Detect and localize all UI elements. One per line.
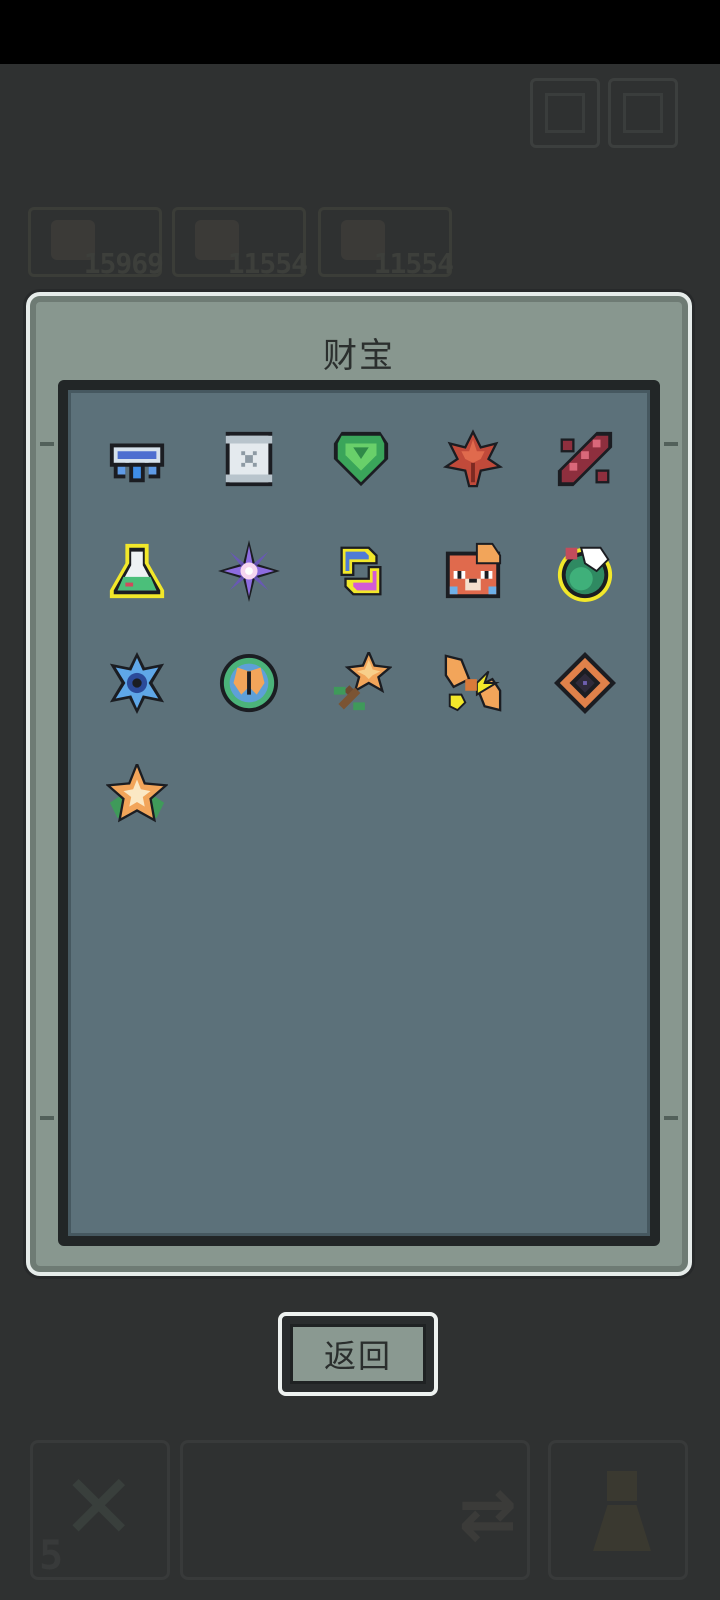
diamond-rune-icon bbox=[554, 652, 616, 714]
star-flower-icon bbox=[218, 540, 280, 602]
close-icon: ✕ bbox=[61, 1455, 137, 1560]
back-button[interactable]: 返回 bbox=[278, 1312, 438, 1396]
treasure-slot-crimson-dna-helix[interactable] bbox=[554, 428, 616, 490]
treasure-slot-red-maple-leaf[interactable] bbox=[442, 428, 504, 490]
star-leaf-icon bbox=[106, 764, 168, 823]
back-button-label: 返回 bbox=[290, 1324, 426, 1384]
frame-rail bbox=[664, 442, 678, 446]
cog-flower-icon bbox=[109, 652, 165, 714]
treasure-inventory bbox=[58, 380, 660, 1246]
treasure-slot-blue-orb-amulet[interactable] bbox=[106, 428, 168, 490]
bow-ribbon-icon bbox=[444, 654, 502, 712]
star-wand-icon bbox=[333, 652, 392, 711]
butterfly-medallion-icon bbox=[219, 653, 279, 713]
dialog-title: 财宝 bbox=[323, 336, 395, 376]
scroll-icon bbox=[225, 431, 273, 487]
animal-mask-icon bbox=[445, 542, 502, 599]
bg-action-bar: ⇄ bbox=[180, 1440, 530, 1580]
orb-icon bbox=[557, 546, 613, 602]
amulet-icon bbox=[109, 443, 165, 483]
bg-close-slot: ✕ 5 bbox=[30, 1440, 170, 1580]
resource-portrait-value: 11554 bbox=[227, 247, 308, 280]
frame-rail bbox=[40, 1116, 54, 1120]
resource-portrait: 11554 bbox=[172, 207, 308, 280]
frame-rail bbox=[40, 442, 54, 446]
treasure-slot-star-wand[interactable] bbox=[330, 652, 392, 714]
treasure-slot-orange-bow-ribbon[interactable] bbox=[442, 652, 504, 714]
treasure-dialog: 财宝 bbox=[26, 292, 692, 1276]
swap-icon: ⇄ bbox=[458, 1473, 517, 1555]
maple-leaf-icon bbox=[442, 429, 504, 488]
treasure-grid bbox=[106, 428, 666, 826]
resource-leaf: 15969 bbox=[28, 207, 164, 280]
treasure-slot-green-gem-shield[interactable] bbox=[330, 428, 392, 490]
resource-leaf-value: 15969 bbox=[83, 247, 164, 280]
treasure-slot-dark-diamond-rune[interactable] bbox=[554, 652, 616, 714]
bg-settings-button bbox=[608, 78, 678, 148]
resource-creature: 11554 bbox=[318, 207, 454, 280]
frame-rail bbox=[664, 1116, 678, 1120]
helix-icon bbox=[557, 431, 613, 487]
treasure-slot-green-potion-flask[interactable] bbox=[106, 540, 168, 602]
treasure-slot-red-panda-mask[interactable] bbox=[442, 540, 504, 602]
status-bar bbox=[0, 0, 720, 64]
gem-shield-icon bbox=[333, 431, 389, 487]
treasure-slot-ancient-scroll[interactable] bbox=[218, 428, 280, 490]
bottom-count: 5 bbox=[39, 1533, 64, 1579]
bg-character-slot bbox=[548, 1440, 688, 1580]
treasure-slot-violet-star-flower[interactable] bbox=[218, 540, 280, 602]
treasure-slot-blue-cog-flower[interactable] bbox=[106, 652, 168, 714]
treasure-slot-green-ball-orb[interactable] bbox=[554, 540, 616, 602]
resource-creature-value: 11554 bbox=[373, 247, 454, 280]
pawn-icon bbox=[593, 1471, 651, 1551]
treasure-slot-crescent-swirl-charm[interactable] bbox=[330, 540, 392, 602]
treasure-slot-butterfly-medallion[interactable] bbox=[218, 652, 280, 714]
swirl-charm-icon bbox=[340, 546, 382, 596]
potion-flask-icon bbox=[109, 543, 165, 599]
treasure-slot-orange-star-leaf[interactable] bbox=[106, 764, 168, 826]
bg-menu-button bbox=[530, 78, 600, 148]
